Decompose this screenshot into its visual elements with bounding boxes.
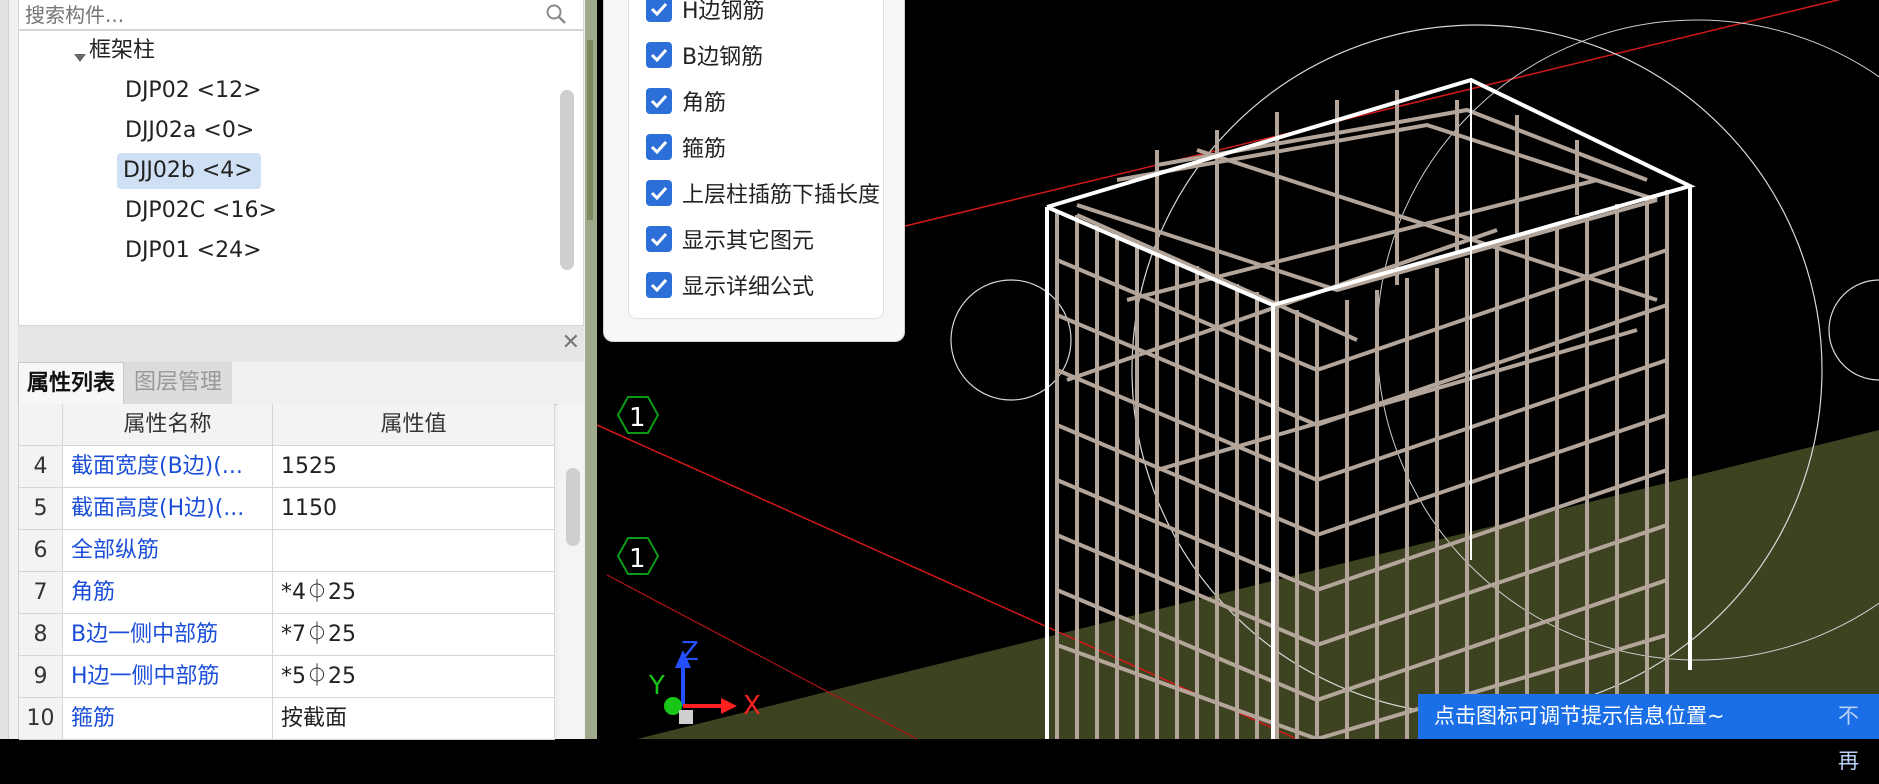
option-label: 显示详细公式 — [682, 275, 815, 300]
property-value[interactable]: 1150 — [273, 488, 555, 530]
checkbox-checked-icon[interactable] — [646, 88, 672, 114]
option-checkbox[interactable]: 上层柱插筋下插长度 — [646, 170, 880, 216]
option-checkbox[interactable]: B边钢筋 — [646, 32, 763, 78]
grid-scroll-track — [558, 404, 584, 739]
checkbox-checked-icon[interactable] — [646, 0, 672, 22]
property-value[interactable]: *4⏀25 — [273, 572, 555, 614]
column-header-value: 属性值 — [273, 404, 555, 446]
row-number: 10 — [19, 698, 63, 740]
option-label: 角筋 — [682, 91, 727, 116]
row-number: 8 — [19, 614, 63, 656]
property-tabs: 属性列表 图层管理 — [18, 362, 584, 405]
property-value[interactable]: 按截面 — [273, 698, 555, 740]
hint-bar[interactable]: 点击图标可调节提示信息位置~ 不再 — [1418, 694, 1879, 773]
row-number: 5 — [19, 488, 63, 530]
axis-marker-label: 1 — [629, 403, 646, 433]
option-checkbox[interactable]: 显示详细公式 — [646, 262, 814, 308]
property-name[interactable]: 角筋 — [63, 572, 273, 614]
left-edge-strip — [0, 0, 9, 739]
row-number: 9 — [19, 656, 63, 698]
property-value[interactable] — [273, 530, 555, 572]
property-grid: 属性名称 属性值 4 截面宽度(B边)(... 1525 5 截面高度(H边)(... 1… — [18, 404, 555, 740]
option-label: 显示其它图元 — [682, 229, 815, 254]
search-input[interactable] — [23, 0, 547, 30]
option-checkbox[interactable]: 箍筋 — [646, 124, 726, 170]
checkbox-checked-icon[interactable] — [646, 226, 672, 252]
property-name[interactable]: 截面宽度(B边)(... — [63, 446, 273, 488]
axis-marker-label: 1 — [629, 544, 646, 574]
tab-property-list[interactable]: 属性列表 — [18, 362, 124, 405]
property-value[interactable]: *5⏀25 — [273, 656, 555, 698]
grid-scrollbar[interactable] — [566, 468, 580, 546]
panel-splitter[interactable] — [585, 0, 597, 739]
option-label: 上层柱插筋下插长度 — [682, 183, 881, 208]
tree-item[interactable]: DJP02C <16> — [121, 193, 281, 229]
tree-item[interactable]: DJP01 <24> — [121, 233, 266, 269]
row-number: 7 — [19, 572, 63, 614]
property-name[interactable]: H边一侧中部筋 — [63, 656, 273, 698]
tab-layer-management[interactable]: 图层管理 — [124, 362, 232, 404]
property-value[interactable]: *7⏀25 — [273, 614, 555, 656]
property-value[interactable]: 1525 — [273, 446, 555, 488]
option-checkbox[interactable]: 显示其它图元 — [646, 216, 814, 262]
hint-message: 点击图标可调节提示信息位置~ — [1434, 704, 1725, 728]
row-number: 6 — [19, 530, 63, 572]
option-label: 箍筋 — [682, 137, 727, 162]
property-name[interactable]: B边一侧中部筋 — [63, 614, 273, 656]
checkbox-checked-icon[interactable] — [646, 134, 672, 160]
tree-scrollbar[interactable] — [560, 90, 574, 270]
component-tree: 框架柱 DJP02 <12> DJJ02a <0> DJJ02b <4> DJP… — [18, 30, 584, 326]
option-label: H边钢筋 — [682, 0, 765, 24]
property-name[interactable]: 截面高度(H边)(... — [63, 488, 273, 530]
tree-item[interactable]: DJP02 <12> — [121, 73, 266, 109]
search-box[interactable] — [18, 0, 584, 30]
property-name[interactable]: 全部纵筋 — [63, 530, 273, 572]
search-icon[interactable] — [545, 3, 567, 29]
tree-item-selected[interactable]: DJJ02b <4> — [117, 153, 261, 189]
axis-z-label: Z — [681, 637, 699, 667]
property-name[interactable]: 箍筋 — [63, 698, 273, 740]
hint-dismiss-button[interactable]: 不再 — [1838, 694, 1879, 784]
checkbox-checked-icon[interactable] — [646, 272, 672, 298]
option-checkbox[interactable]: 角筋 — [646, 78, 726, 124]
close-icon[interactable]: ✕ — [562, 330, 580, 355]
checkbox-checked-icon[interactable] — [646, 180, 672, 206]
axis-y-label: Y — [648, 671, 665, 701]
collapse-triangle-icon[interactable] — [73, 49, 87, 68]
axis-x-label: X — [743, 691, 761, 721]
checkbox-checked-icon[interactable] — [646, 42, 672, 68]
option-checkbox[interactable]: H边钢筋 — [646, 0, 765, 32]
column-header-name: 属性名称 — [63, 404, 273, 446]
tree-item[interactable]: DJJ02a <0> — [121, 113, 258, 149]
tree-parent-frame-column[interactable]: 框架柱 — [89, 33, 155, 69]
row-number: 4 — [19, 446, 63, 488]
option-label: B边钢筋 — [682, 45, 764, 70]
panel-divider: ✕ — [18, 326, 584, 363]
grid-corner — [19, 404, 63, 446]
